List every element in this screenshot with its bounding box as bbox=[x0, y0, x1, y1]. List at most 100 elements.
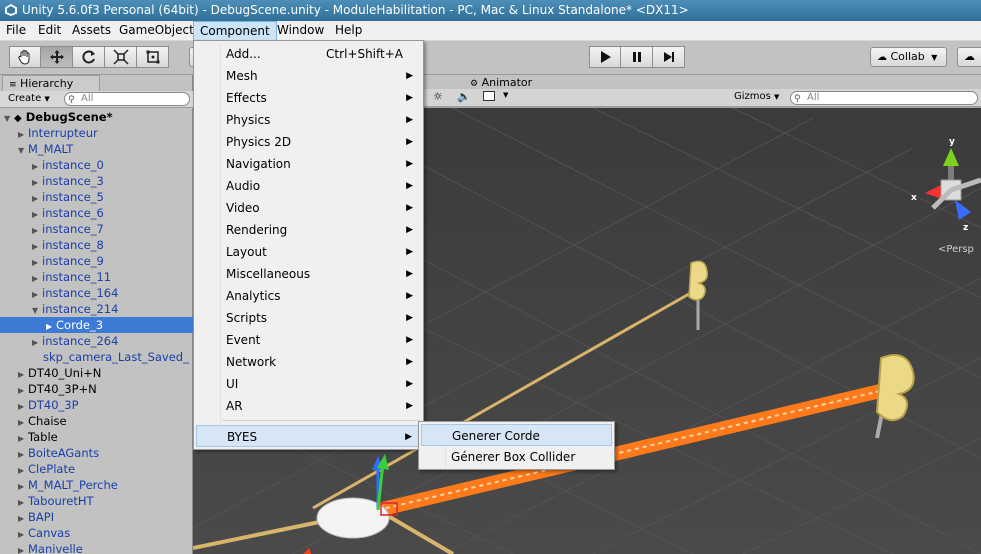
hierarchy-row-instance-214[interactable]: ▼ instance_214 bbox=[0, 301, 193, 317]
menu-item-generer-corde[interactable]: Generer Corde bbox=[421, 424, 612, 446]
hierarchy-row-instance-164[interactable]: ▶ instance_164 bbox=[0, 285, 193, 301]
hierarchy-row-manivelle[interactable]: ▶ Manivelle bbox=[0, 541, 193, 554]
menu-assets[interactable]: Assets bbox=[66, 21, 117, 41]
menu-file[interactable]: File bbox=[0, 21, 32, 41]
menu-item-effects[interactable]: Effects ▶ bbox=[196, 87, 421, 109]
menu-item-video[interactable]: Video ▶ bbox=[196, 197, 421, 219]
menu-item-network[interactable]: Network ▶ bbox=[196, 351, 421, 373]
hierarchy-row-table[interactable]: ▶ Table bbox=[0, 429, 193, 445]
collab-button[interactable]: ☁ Collab ▼ bbox=[870, 47, 947, 67]
menu-item-label: Rendering bbox=[226, 223, 288, 237]
create-dropdown[interactable]: Create ▼ bbox=[4, 92, 54, 106]
cloud-button[interactable]: ☁ bbox=[957, 47, 981, 67]
menu-window[interactable]: Window bbox=[271, 21, 330, 41]
unity-logo-icon bbox=[5, 4, 17, 16]
hierarchy-row-skp-camera[interactable]: skp_camera_Last_Saved_ bbox=[0, 349, 193, 365]
menu-item-add[interactable]: Add... Ctrl+Shift+A bbox=[196, 43, 421, 65]
menu-item-event[interactable]: Event ▶ bbox=[196, 329, 421, 351]
scale-tool-button[interactable] bbox=[105, 46, 137, 68]
row-label: skp_camera_Last_Saved_ bbox=[43, 350, 189, 364]
submenu-arrow-icon: ▶ bbox=[406, 247, 413, 257]
hierarchy-row-instance-9[interactable]: ▶ instance_9 bbox=[0, 253, 193, 269]
scene-search-placeholder: All bbox=[807, 92, 820, 103]
effects-toggle-icon[interactable] bbox=[483, 91, 495, 101]
menu-item-label: Mesh bbox=[226, 69, 258, 83]
menu-item-mesh[interactable]: Mesh ▶ bbox=[196, 65, 421, 87]
menu-item-ar[interactable]: AR ▶ bbox=[196, 395, 421, 417]
tab-hierarchy[interactable]: ≡ Hierarchy bbox=[2, 75, 100, 91]
hierarchy-row-boiteagants[interactable]: ▶ BoiteAGants bbox=[0, 445, 193, 461]
step-button[interactable] bbox=[653, 46, 685, 68]
hierarchy-row-instance-264[interactable]: ▶ instance_264 bbox=[0, 333, 193, 349]
menu-item-audio[interactable]: Audio ▶ bbox=[196, 175, 421, 197]
hierarchy-row-instance-11[interactable]: ▶ instance_11 bbox=[0, 269, 193, 285]
hierarchy-row-instance-0[interactable]: ▶ instance_0 bbox=[0, 157, 193, 173]
menu-item-label: UI bbox=[226, 377, 239, 391]
scene-search-input[interactable]: ⚲ All bbox=[790, 91, 978, 105]
hierarchy-row-bapi[interactable]: ▶ BAPI bbox=[0, 509, 193, 525]
menu-item-analytics[interactable]: Analytics ▶ bbox=[196, 285, 421, 307]
lighting-toggle-icon[interactable]: ☼ bbox=[433, 90, 443, 103]
hierarchy-search-input[interactable]: ⚲ All bbox=[64, 92, 190, 106]
menu-item-ui[interactable]: UI ▶ bbox=[196, 373, 421, 395]
hierarchy-row-dt40-uni-n[interactable]: ▶ DT40_Uni+N bbox=[0, 365, 193, 381]
hierarchy-row-instance-6[interactable]: ▶ instance_6 bbox=[0, 205, 193, 221]
hierarchy-row-canvas[interactable]: ▶ Canvas bbox=[0, 525, 193, 541]
hierarchy-row-m-malt[interactable]: ▼ M_MALT bbox=[0, 141, 193, 157]
unity-scene-icon: ◆ bbox=[14, 113, 22, 124]
play-button[interactable] bbox=[589, 46, 621, 68]
hierarchy-row-dt40-3p[interactable]: ▶ DT40_3P bbox=[0, 397, 193, 413]
rotate-tool-button[interactable] bbox=[73, 46, 105, 68]
row-label: instance_264 bbox=[42, 334, 119, 348]
scene-root-row[interactable]: ▼ ◆ DebugScene* bbox=[0, 109, 193, 125]
hierarchy-row-chaise[interactable]: ▶ Chaise bbox=[0, 413, 193, 429]
hierarchy-row-instance-3[interactable]: ▶ instance_3 bbox=[0, 173, 193, 189]
menu-item-physics[interactable]: Physics ▶ bbox=[196, 109, 421, 131]
pause-button[interactable] bbox=[621, 46, 653, 68]
hierarchy-row-dt40-3p-n[interactable]: ▶ DT40_3P+N bbox=[0, 381, 193, 397]
menu-item-byes[interactable]: BYES ▶ bbox=[196, 425, 421, 447]
menu-item-label: Network bbox=[226, 355, 277, 369]
menu-item-layout[interactable]: Layout ▶ bbox=[196, 241, 421, 263]
audio-toggle-icon[interactable]: 🔈 bbox=[457, 90, 471, 103]
hierarchy-list: ▼ ◆ DebugScene* ▶ Interrupteur ▼ M_MALT ▶ in… bbox=[0, 109, 193, 554]
chevron-down-icon: ▼ bbox=[774, 93, 780, 101]
menu-item-navigation[interactable]: Navigation ▶ bbox=[196, 153, 421, 175]
menu-edit[interactable]: Edit bbox=[32, 21, 67, 41]
submenu-arrow-icon: ▶ bbox=[406, 137, 413, 147]
row-label: instance_0 bbox=[42, 158, 104, 172]
move-tool-button[interactable] bbox=[41, 46, 73, 68]
menu-item-miscellaneous[interactable]: Miscellaneous ▶ bbox=[196, 263, 421, 285]
search-icon: ⚲ bbox=[794, 94, 801, 104]
hierarchy-row-interrupteur[interactable]: ▶ Interrupteur bbox=[0, 125, 193, 141]
axis-label-x: x bbox=[911, 193, 917, 203]
menu-help[interactable]: Help bbox=[329, 21, 368, 41]
hierarchy-row-instance-5[interactable]: ▶ instance_5 bbox=[0, 189, 193, 205]
hierarchy-row-instance-8[interactable]: ▶ instance_8 bbox=[0, 237, 193, 253]
menu-item-scripts[interactable]: Scripts ▶ bbox=[196, 307, 421, 329]
row-label: Manivelle bbox=[28, 542, 83, 554]
row-label: ClePlate bbox=[28, 462, 76, 476]
chevron-down-icon[interactable]: ▼ bbox=[503, 91, 508, 99]
gizmos-dropdown[interactable]: Gizmos ▼ bbox=[734, 91, 779, 102]
row-label: M_MALT bbox=[28, 142, 74, 156]
menu-item-rendering[interactable]: Rendering ▶ bbox=[196, 219, 421, 241]
menu-item-shortcut: Ctrl+Shift+A bbox=[326, 47, 403, 61]
hand-icon bbox=[18, 50, 30, 65]
hierarchy-row-m-malt-perche[interactable]: ▶ M_MALT_Perche bbox=[0, 477, 193, 493]
row-label: Canvas bbox=[28, 526, 71, 540]
menu-item-label: Layout bbox=[226, 245, 267, 259]
rect-tool-button[interactable] bbox=[137, 46, 169, 68]
tab-animator[interactable]: ⚙ Animator bbox=[470, 76, 532, 89]
hierarchy-row-tabouretht[interactable]: ▶ TabouretHT bbox=[0, 493, 193, 509]
hierarchy-row-corde-3[interactable]: ▶ Corde_3 bbox=[0, 317, 193, 333]
menu-item-generer-box-collider[interactable]: Génerer Box Collider bbox=[421, 446, 612, 468]
menu-component[interactable]: Component bbox=[193, 21, 277, 41]
submenu-arrow-icon: ▶ bbox=[406, 357, 413, 367]
hierarchy-row-cleplate[interactable]: ▶ ClePlate bbox=[0, 461, 193, 477]
menu-item-label: Event bbox=[226, 333, 261, 347]
menu-item-physics-2d[interactable]: Physics 2D ▶ bbox=[196, 131, 421, 153]
menu-gameobject[interactable]: GameObject bbox=[113, 21, 200, 41]
hand-tool-button[interactable] bbox=[9, 46, 41, 68]
hierarchy-row-instance-7[interactable]: ▶ instance_7 bbox=[0, 221, 193, 237]
